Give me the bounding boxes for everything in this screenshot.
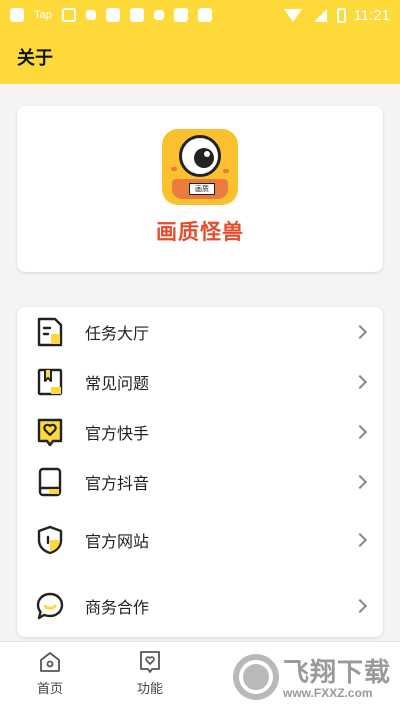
tab-features[interactable]: 功能 — [120, 650, 180, 706]
home-icon — [40, 652, 60, 672]
logo-eye — [179, 135, 221, 177]
tab-home[interactable]: 首页 — [20, 650, 80, 706]
chevron-right-icon — [352, 532, 368, 548]
menu-item-douyin[interactable]: 官方抖音 — [17, 457, 383, 507]
battery-icon — [336, 7, 346, 23]
status-bar: Tap 11:21 — [0, 0, 400, 30]
task-icon — [37, 317, 63, 347]
menu-item-task-hall[interactable]: 任务大厅 — [17, 307, 383, 357]
chevron-right-icon — [352, 424, 368, 440]
menu-item-label: 官方抖音 — [85, 474, 150, 493]
app-notification-icon — [173, 8, 188, 22]
logo-cheek — [171, 167, 177, 171]
app-logo-icon: 画质 — [162, 129, 238, 205]
chevron-right-icon — [352, 474, 368, 490]
faq-book-icon — [37, 368, 63, 396]
clock: 11:21 — [353, 6, 390, 24]
menu-item-kuaishou[interactable]: 官方快手 — [17, 407, 383, 457]
logo-badge: 画质 — [189, 183, 215, 195]
stop-icon — [153, 10, 164, 20]
flash-icon — [85, 10, 96, 20]
watermark-text: 飞翔下载 — [283, 658, 392, 688]
website-shield-icon — [37, 525, 63, 555]
app-info-card: 画质 画质怪兽 — [17, 106, 383, 272]
gallery-icon — [10, 8, 24, 22]
android-icon — [61, 8, 76, 22]
chevron-right-icon — [352, 374, 368, 390]
wifi-icon — [283, 8, 302, 22]
watermark-url: www.FXXZ.com — [283, 686, 373, 700]
menu-item-business[interactable]: 商务合作 — [17, 581, 383, 631]
menu-item-website[interactable]: 官方网站 — [17, 515, 383, 565]
menu-item-label: 常见问题 — [85, 374, 150, 393]
menu-item-faq[interactable]: 常见问题 — [17, 357, 383, 407]
menu-item-label: 商务合作 — [85, 598, 150, 617]
menu-card: 任务大厅 常见问题 官方快手 官方抖音 官方网站 商务合作 — [17, 307, 383, 637]
chevron-right-icon — [352, 598, 368, 614]
tab-label: 功能 — [136, 682, 163, 697]
app-notification-icon — [129, 8, 144, 22]
douyin-icon — [38, 467, 62, 497]
page-title: 关于 — [17, 48, 53, 69]
app-notification-icon — [197, 8, 212, 22]
heart-bookmark-icon — [140, 651, 160, 673]
watermark: 飞翔下载 www.FXXZ.com — [233, 652, 393, 704]
menu-item-label: 官方快手 — [85, 424, 150, 443]
header-bar: 关于 — [0, 30, 400, 84]
carrier-label: Tap — [34, 9, 52, 21]
chevron-right-icon — [352, 324, 368, 340]
logo-cheek — [223, 169, 229, 173]
app-name: 画质怪兽 — [156, 220, 244, 244]
business-chat-icon — [36, 592, 64, 620]
signal-icon — [313, 8, 327, 22]
menu-item-label: 任务大厅 — [85, 324, 150, 343]
tab-label: 首页 — [36, 682, 63, 697]
watermark-logo-icon — [233, 654, 279, 700]
menu-item-label: 官方网站 — [85, 532, 150, 551]
app-notification-icon — [105, 8, 120, 22]
kuaishou-icon — [37, 418, 63, 447]
